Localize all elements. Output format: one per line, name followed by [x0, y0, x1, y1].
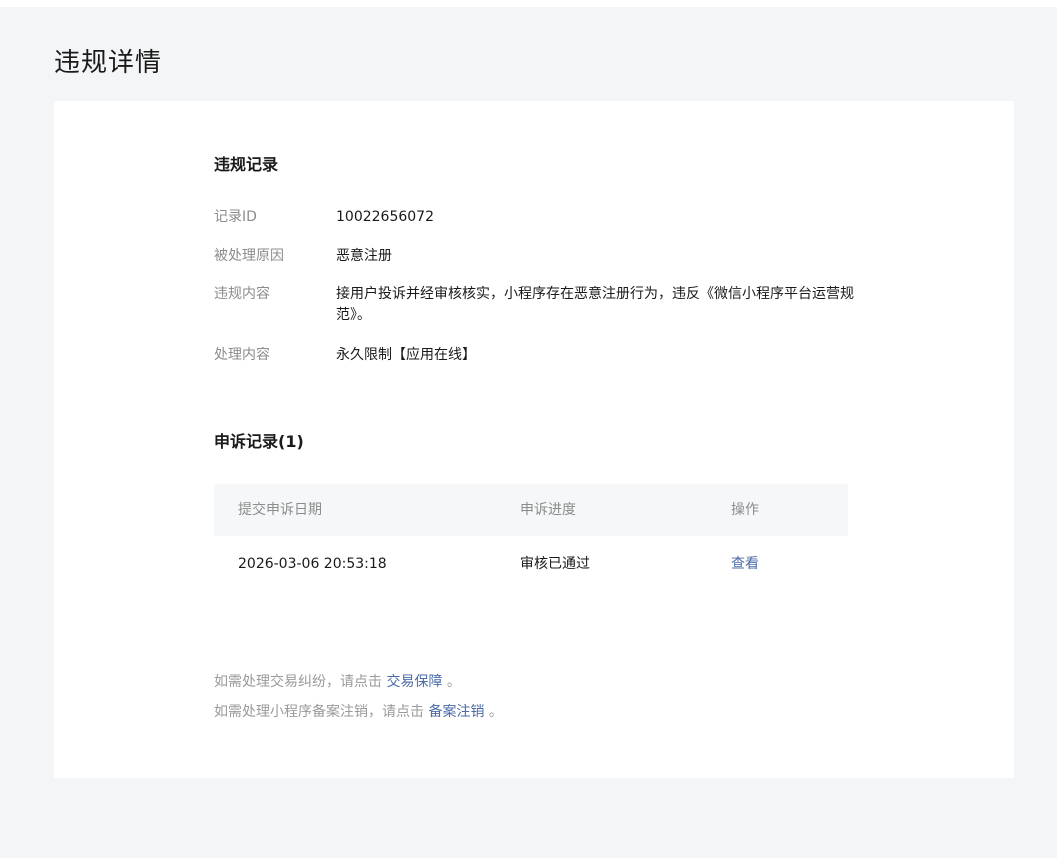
reason-label: 被处理原因 [214, 248, 284, 264]
filing-cancel-note-prefix: 如需处理小程序备案注销，请点击 [214, 704, 429, 720]
appeal-record-title: 申诉记录(1) [214, 432, 304, 451]
filing-cancel-note: 如需处理小程序备案注销，请点击 备案注销 。 [214, 702, 503, 722]
column-header-date: 提交申诉日期 [238, 502, 322, 518]
trade-dispute-note-prefix: 如需处理交易纠纷，请点击 [214, 674, 387, 690]
record-id-value: 10022656072 [336, 209, 434, 225]
reason-value: 恶意注册 [336, 248, 392, 264]
appeal-date: 2026-03-06 20:53:18 [238, 556, 387, 572]
column-header-action: 操作 [731, 502, 759, 518]
table-row: 2026-03-06 20:53:18 审核已通过 查看 [214, 536, 848, 590]
column-header-progress: 申诉进度 [520, 502, 576, 518]
violation-content-label: 违规内容 [214, 286, 270, 302]
handling-content-value: 永久限制【应用在线】 [336, 347, 476, 363]
view-link[interactable]: 查看 [731, 536, 759, 592]
handling-content-label: 处理内容 [214, 347, 270, 363]
table-header: 提交申诉日期 申诉进度 操作 [214, 484, 848, 536]
record-id-label: 记录ID [214, 209, 257, 225]
appeal-table: 提交申诉日期 申诉进度 操作 2026-03-06 20:53:18 审核已通过… [214, 484, 848, 590]
violation-content-value: 接用户投诉并经审核核实，小程序存在恶意注册行为，违反《微信小程序平台运营规范》。 [336, 286, 854, 323]
filing-cancel-link[interactable]: 备案注销 [428, 704, 484, 720]
top-bar [0, 0, 1057, 7]
trade-dispute-note: 如需处理交易纠纷，请点击 交易保障 。 [214, 672, 461, 692]
filing-cancel-note-suffix: 。 [484, 704, 503, 720]
appeal-progress: 审核已通过 [520, 556, 590, 572]
detail-card: 违规记录 记录ID 10022656072 被处理原因 恶意注册 违规内容 接用… [54, 101, 1014, 778]
trade-guarantee-link[interactable]: 交易保障 [386, 674, 442, 690]
page-title: 违规详情 [54, 48, 163, 78]
violation-record-title: 违规记录 [214, 155, 279, 174]
trade-dispute-note-suffix: 。 [442, 674, 461, 690]
